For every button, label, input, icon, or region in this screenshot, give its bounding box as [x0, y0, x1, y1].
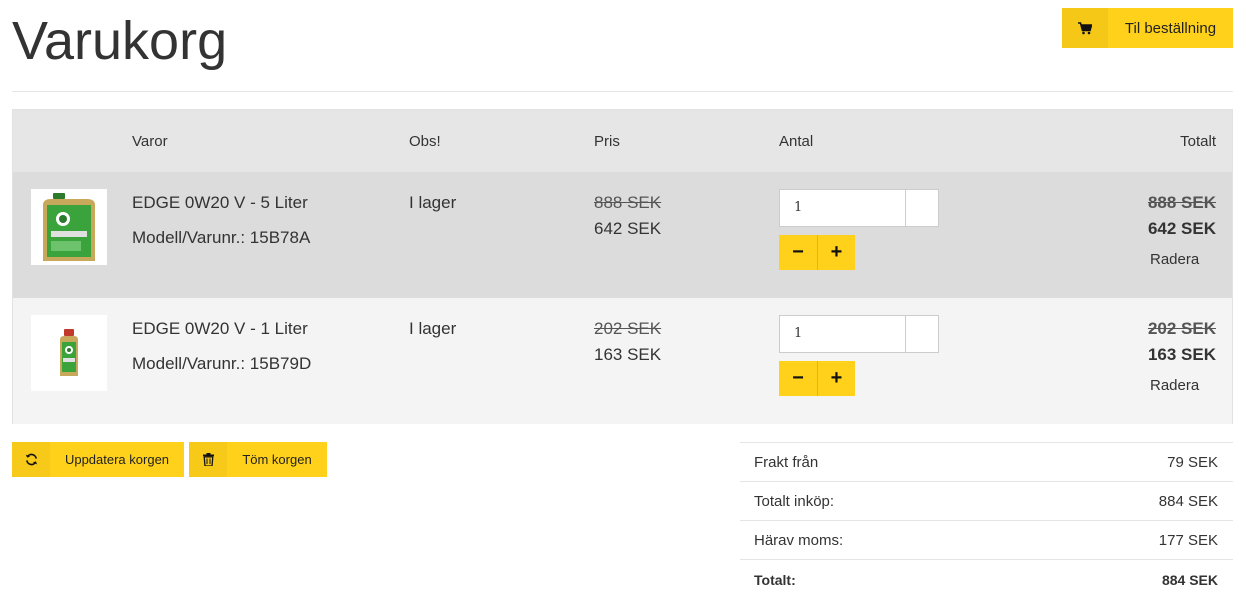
product-name[interactable]: EDGE 0W20 V - 1 Liter [132, 319, 308, 339]
cart-icon [1062, 8, 1108, 48]
decrease-button[interactable]: − [779, 361, 817, 396]
title-divider [12, 91, 1233, 92]
table-row: EDGE 0W20 V - 5 Liter Modell/Varunr.: 15… [13, 172, 1232, 298]
product-image[interactable] [31, 189, 107, 265]
checkout-button[interactable]: Til beställning [1062, 8, 1233, 48]
product-image[interactable] [31, 315, 107, 391]
quantity-value[interactable]: 1 [780, 190, 906, 226]
vat-row: Härav moms: 177 SEK [740, 521, 1233, 560]
oil-bottle-1l-icon [60, 329, 78, 376]
subtotal-label: Totalt inköp: [754, 492, 835, 510]
subtotal-row: Totalt inköp: 884 SEK [740, 482, 1233, 521]
subtotal-value: 884 SEK [1158, 492, 1218, 510]
checkout-label: Til beställning [1124, 19, 1217, 37]
table-row: EDGE 0W20 V - 1 Liter Modell/Varunr.: 15… [13, 298, 1232, 424]
increase-button[interactable]: + [817, 235, 855, 270]
unit-price: 642 SEK [594, 219, 662, 238]
row-total: 642 SEK [1147, 219, 1216, 238]
quantity-spinner[interactable] [906, 316, 938, 352]
quantity-stepper: − + [779, 361, 855, 396]
oil-can-5l-icon [43, 193, 95, 261]
shipping-label: Frakt från [754, 453, 819, 471]
increase-button[interactable]: + [817, 361, 855, 396]
product-model: Modell/Varunr.: 15B79D [132, 354, 312, 373]
old-price: 202 SEK [594, 319, 662, 338]
page-title: Varukorg [12, 11, 228, 71]
order-summary: Frakt från 79 SEK Totalt inköp: 884 SEK … [740, 442, 1233, 598]
product-name[interactable]: EDGE 0W20 V - 5 Liter [132, 193, 308, 213]
empty-cart-label: Töm korgen [242, 452, 312, 467]
quantity-input[interactable]: 1 [779, 315, 939, 353]
header-note: Obs! [409, 133, 441, 150]
header-price: Pris [594, 133, 620, 150]
quantity-input[interactable]: 1 [779, 189, 939, 227]
update-cart-label: Uppdatera korgen [64, 452, 170, 467]
total-label: Totalt: [754, 571, 796, 588]
refresh-icon [12, 442, 50, 477]
total-value: 884 SEK [1161, 571, 1218, 588]
decrease-button[interactable]: − [779, 235, 817, 270]
trash-icon [189, 442, 227, 477]
stock-status: I lager [409, 319, 457, 338]
product-model: Modell/Varunr.: 15B78A [132, 228, 311, 247]
cart-table: Varor Obs! Pris Antal Totalt EDGE 0W20 V… [12, 109, 1233, 424]
empty-cart-button[interactable]: Töm korgen [189, 442, 327, 477]
old-price: 888 SEK [594, 193, 662, 212]
row-total: 163 SEK [1147, 345, 1216, 364]
remove-link[interactable]: Radera [1150, 251, 1199, 268]
vat-label: Härav moms: [754, 531, 844, 549]
shipping-value: 79 SEK [1167, 453, 1218, 471]
old-total: 202 SEK [1147, 319, 1216, 338]
table-header: Varor Obs! Pris Antal Totalt [13, 110, 1232, 172]
total-row: Totalt: 884 SEK [740, 560, 1233, 598]
quantity-spinner[interactable] [906, 190, 938, 226]
header-quantity: Antal [779, 133, 814, 150]
stock-status: I lager [409, 193, 457, 212]
vat-value: 177 SEK [1158, 531, 1218, 549]
update-cart-button[interactable]: Uppdatera korgen [12, 442, 184, 477]
quantity-value[interactable]: 1 [780, 316, 906, 352]
unit-price: 163 SEK [594, 345, 662, 364]
header-product: Varor [132, 133, 168, 150]
shipping-row: Frakt från 79 SEK [740, 443, 1233, 482]
remove-link[interactable]: Radera [1150, 377, 1199, 394]
quantity-stepper: − + [779, 235, 855, 270]
old-total: 888 SEK [1147, 193, 1216, 212]
header-total: Totalt [1180, 133, 1216, 150]
